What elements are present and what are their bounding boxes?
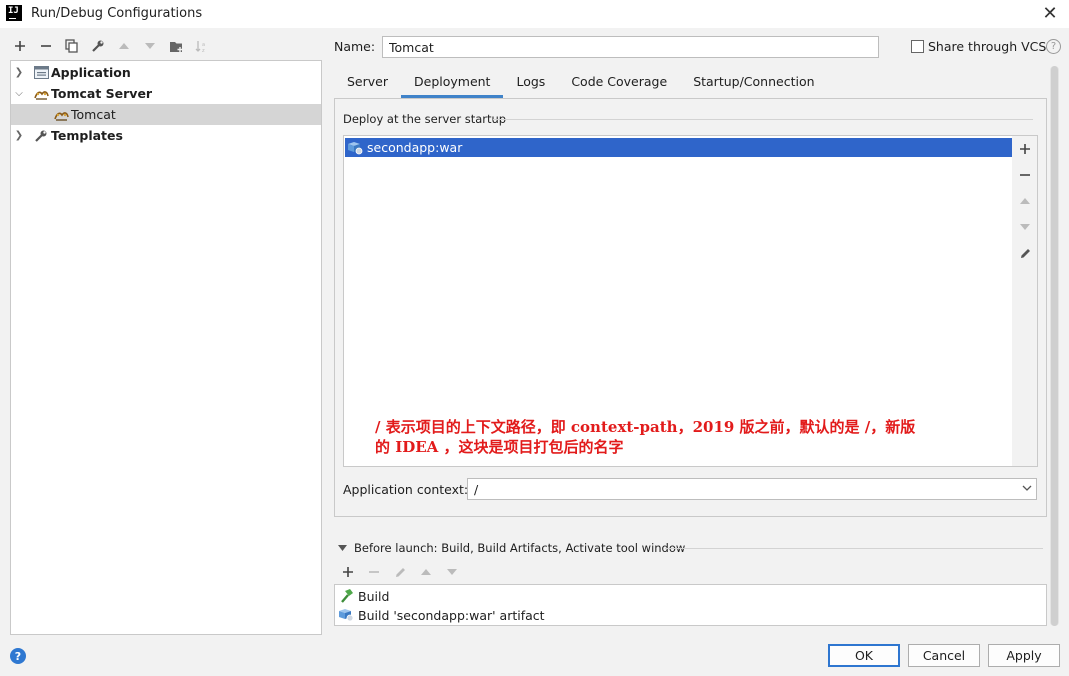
tree-item-label: Application: [51, 65, 131, 80]
artifact-icon: [347, 141, 363, 155]
logo-text: IJ: [8, 6, 19, 16]
copy-icon[interactable]: [62, 36, 82, 56]
minus-icon[interactable]: [364, 562, 384, 582]
divider: [665, 548, 1043, 549]
config-tabs: Server Deployment Logs Code Coverage Sta…: [334, 70, 828, 98]
chevron-down-icon[interactable]: ⌵: [13, 88, 25, 99]
scrollbar[interactable]: [1050, 66, 1059, 626]
list-item-label: Build: [358, 588, 390, 604]
help-icon[interactable]: ?: [1046, 39, 1061, 54]
plus-icon[interactable]: [1015, 139, 1035, 159]
scrollbar-thumb[interactable]: [1051, 66, 1058, 626]
list-item[interactable]: Build: [335, 586, 1046, 606]
config-toolbar: az: [10, 36, 212, 56]
annotation-line: 的 IDEA ，这块是项目打包后的名字: [375, 438, 624, 456]
list-item-label: secondapp:war: [367, 140, 463, 155]
pencil-icon[interactable]: [1015, 243, 1035, 263]
tomcat-icon: [53, 108, 69, 122]
before-launch-toolbar: [338, 562, 462, 582]
help-icon[interactable]: ?: [10, 648, 26, 664]
folder-add-icon[interactable]: [166, 36, 186, 56]
minus-icon[interactable]: [36, 36, 56, 56]
tab-startup-connection[interactable]: Startup/Connection: [680, 70, 827, 98]
sort-icon[interactable]: az: [192, 36, 212, 56]
arrow-down-icon[interactable]: [140, 36, 160, 56]
config-tree: ❯ Application ⌵ Tomcat Server Tomcat ❯ T…: [10, 60, 322, 635]
plus-icon[interactable]: [10, 36, 30, 56]
application-context-value: /: [474, 481, 479, 497]
application-context-combo[interactable]: /: [467, 478, 1037, 500]
deploy-side-toolbar: [1012, 135, 1038, 467]
tab-server[interactable]: Server: [334, 70, 401, 98]
arrow-up-icon[interactable]: [114, 36, 134, 56]
list-item-label: Build 'secondapp:war' artifact: [358, 607, 545, 623]
tree-item-templates[interactable]: ❯ Templates: [11, 125, 321, 146]
close-icon[interactable]: ✕: [1040, 3, 1060, 24]
deploy-artifact-list[interactable]: secondapp:war / 表示项目的上下文路径，即 context-pat…: [343, 135, 1013, 467]
list-item[interactable]: secondapp:war: [345, 138, 1012, 157]
tomcat-icon: [33, 87, 49, 101]
tree-item-label: Templates: [51, 128, 123, 143]
arrow-down-icon[interactable]: [442, 562, 462, 582]
application-context-label: Application context:: [343, 482, 469, 497]
svg-text:z: z: [202, 48, 205, 53]
tab-code-coverage[interactable]: Code Coverage: [558, 70, 680, 98]
name-input[interactable]: [382, 36, 879, 58]
artifact-icon: [338, 608, 354, 622]
triangle-down-icon[interactable]: [338, 541, 347, 555]
before-launch-header[interactable]: Before launch: Build, Build Artifacts, A…: [338, 541, 685, 555]
plus-icon[interactable]: [338, 562, 358, 582]
ok-button[interactable]: OK: [828, 644, 900, 667]
arrow-down-icon[interactable]: [1015, 217, 1035, 237]
wrench-icon: [33, 129, 49, 143]
window-title: Run/Debug Configurations: [31, 6, 203, 21]
chevron-right-icon[interactable]: ❯: [13, 130, 25, 141]
name-label: Name:: [334, 39, 376, 54]
annotation-line: / 表示项目的上下文路径，即 context-path，2019 版之前，默认的…: [375, 418, 916, 436]
cancel-button[interactable]: Cancel: [908, 644, 980, 667]
tree-item-label: Tomcat Server: [51, 86, 153, 101]
chevron-right-icon[interactable]: ❯: [13, 67, 25, 78]
pencil-icon[interactable]: [390, 562, 410, 582]
title-bar: IJ Run/Debug Configurations ✕: [0, 0, 1069, 28]
wrench-icon[interactable]: [88, 36, 108, 56]
application-icon: [33, 66, 49, 80]
tree-item-tomcat[interactable]: Tomcat: [11, 104, 321, 125]
share-vcs-label[interactable]: Share through VCS: [928, 39, 1046, 54]
arrow-up-icon[interactable]: [1015, 191, 1035, 211]
tree-item-application[interactable]: ❯ Application: [11, 62, 321, 83]
tree-item-tomcat-server[interactable]: ⌵ Tomcat Server: [11, 83, 321, 104]
tab-logs[interactable]: Logs: [503, 70, 558, 98]
hammer-icon: [338, 589, 354, 603]
arrow-up-icon[interactable]: [416, 562, 436, 582]
before-launch-list[interactable]: Build Build 'secondapp:war' artifact: [334, 584, 1047, 626]
deploy-group-title: Deploy at the server startup: [343, 112, 507, 126]
intellij-logo-icon: IJ: [6, 5, 22, 21]
minus-icon[interactable]: [1015, 165, 1035, 185]
before-launch-title: Before launch: Build, Build Artifacts, A…: [354, 541, 686, 555]
tab-deployment[interactable]: Deployment: [401, 70, 504, 98]
chevron-down-icon[interactable]: [1022, 482, 1032, 495]
divider: [493, 119, 1033, 120]
share-vcs-checkbox[interactable]: [911, 40, 924, 53]
tree-item-label: Tomcat: [71, 107, 116, 122]
list-item[interactable]: Build 'secondapp:war' artifact: [335, 605, 1046, 625]
apply-button[interactable]: Apply: [988, 644, 1060, 667]
annotation-note: / 表示项目的上下文路径，即 context-path，2019 版之前，默认的…: [375, 417, 995, 457]
